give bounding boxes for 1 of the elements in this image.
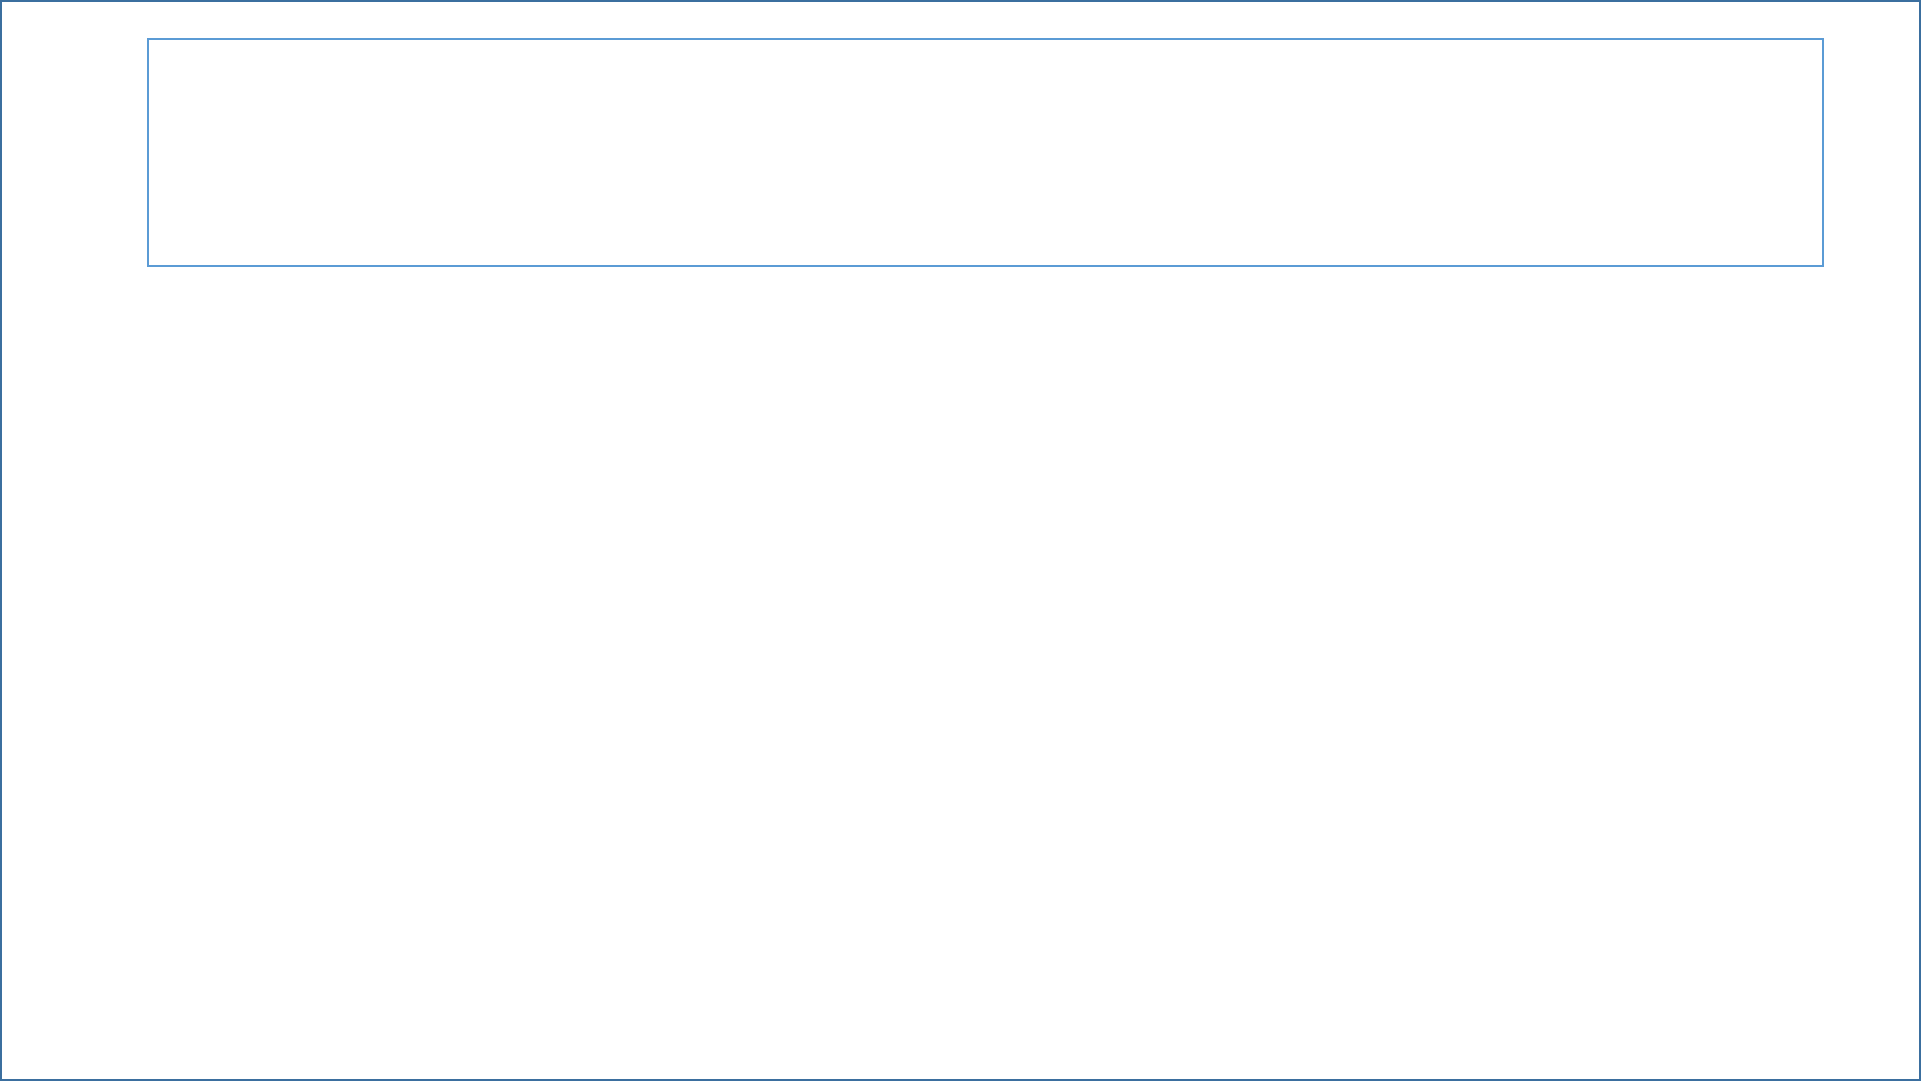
empty-text-box[interactable] <box>147 38 1824 267</box>
